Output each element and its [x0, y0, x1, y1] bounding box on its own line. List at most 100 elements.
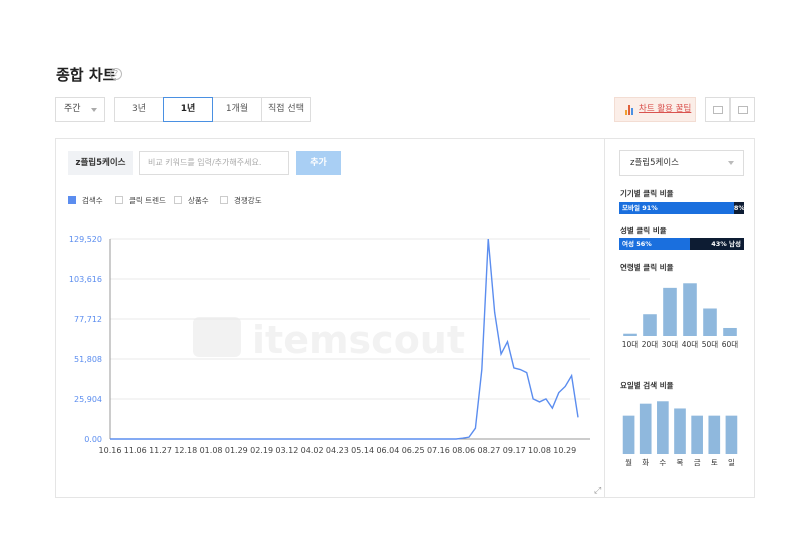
help-icon[interactable]: ? [110, 68, 122, 80]
range-tabs: 3년 1년 1개월 직접 선택 [114, 97, 311, 122]
range-1y-button[interactable]: 1년 [163, 97, 213, 122]
bar [691, 415, 703, 454]
image-icon [713, 106, 723, 114]
watermark-logo: itemscout [193, 317, 465, 362]
image-download-button[interactable] [705, 97, 730, 122]
excel-download-button[interactable] [730, 97, 755, 122]
bar-category-label: 화 [642, 458, 649, 467]
bar-category-label: 20대 [642, 340, 659, 349]
bar [663, 287, 677, 336]
male-ratio: 43% 남성 [689, 238, 744, 250]
bar [708, 415, 721, 454]
female-ratio: 여성 56% [619, 238, 690, 250]
y-tick-label: 51,808 [74, 355, 102, 364]
mobile-ratio: 모바일 91% [619, 202, 734, 214]
y-tick-label: 25,904 [74, 395, 102, 404]
x-tick-label: 12.18 [174, 446, 197, 455]
bar [683, 283, 697, 336]
y-tick-label: 103,616 [69, 275, 102, 284]
expand-icon[interactable]: ⤢ [594, 487, 603, 496]
x-tick-label: 11.06 [124, 446, 147, 455]
legend-label: 검색수 [82, 195, 103, 205]
x-tick-label: 02.19 [250, 446, 273, 455]
watermark-icon [193, 317, 241, 357]
chevron-down-icon [91, 108, 97, 112]
x-tick-label: 04.02 [301, 446, 324, 455]
y-tick-label: 0.00 [84, 435, 102, 444]
legend-checkbox[interactable] [174, 196, 182, 204]
compare-keyword-input[interactable]: 비교 키워드를 입력/추가해주세요. [139, 151, 289, 175]
bar [639, 403, 652, 454]
bar-category-label: 수 [659, 458, 666, 467]
legend-checkbox[interactable] [115, 196, 123, 204]
x-tick-label: 04.23 [326, 446, 349, 455]
bar-category-label: 토 [711, 458, 718, 467]
x-tick-label: 08.06 [452, 446, 475, 455]
bar [725, 415, 738, 454]
watermark-text: itemscout [252, 318, 465, 362]
page-title: 종합 차트 [56, 66, 117, 84]
legend-click-trend[interactable]: 클릭 트렌드 [115, 195, 166, 205]
bar-category-label: 월 [625, 457, 632, 467]
pc-ratio: 8% PC [733, 202, 745, 224]
bar [643, 314, 657, 336]
legend-product-count[interactable]: 상품수 [174, 195, 209, 205]
legend-search-count[interactable]: 검색수 [68, 195, 103, 205]
gender-ratio-bar: 여성 56% 43% 남성 [619, 238, 744, 250]
legend-label: 상품수 [188, 195, 209, 205]
keyword-tag[interactable]: z플립5케이스 [68, 151, 133, 175]
bar-category-label: 50대 [702, 340, 719, 349]
bar-category-label: 10대 [622, 340, 639, 349]
legend-checkbox[interactable] [220, 196, 228, 204]
y-tick-label: 129,520 [69, 235, 102, 244]
range-1m-button[interactable]: 1개월 [212, 97, 262, 122]
period-select[interactable]: 주간 [55, 97, 105, 122]
x-tick-label: 08.27 [477, 446, 500, 455]
bar [723, 327, 737, 336]
panel-divider [604, 138, 605, 498]
legend-checkbox[interactable] [68, 196, 76, 204]
period-select-value: 주간 [64, 104, 81, 114]
table-icon [738, 106, 748, 114]
bar-category-label: 금 [694, 458, 701, 467]
bar [623, 333, 637, 336]
x-tick-label: 05.14 [351, 446, 374, 455]
search-volume-chart: itemscout 129,520 103,616 77,712 51,808 25,90… [69, 235, 590, 455]
x-tick-label: 06.25 [402, 446, 425, 455]
chevron-down-icon [728, 161, 734, 165]
device-ratio-bar: 모바일 91% 8% PC [619, 202, 745, 224]
x-tick-label: 06.04 [376, 446, 399, 455]
bar-category-label: 일 [728, 458, 735, 467]
legend-competition[interactable]: 경쟁강도 [220, 195, 262, 205]
device-ratio-title: 기기별 클릭 비율 [620, 189, 674, 198]
legend-label: 클릭 트렌드 [129, 195, 166, 205]
x-tick-label: 10.08 [528, 446, 551, 455]
weekday-ratio-chart: 월화수목금토일 [622, 401, 738, 467]
x-tick-label: 10.29 [553, 446, 576, 455]
add-keyword-button[interactable]: 추가 [296, 151, 341, 175]
x-tick-label: 01.08 [200, 446, 223, 455]
chart-tip-button[interactable]: 차트 활용 꿀팁 [614, 97, 696, 122]
bar-category-label: 30대 [662, 340, 679, 349]
chart-tip-label: 차트 활용 꿀팁 [639, 104, 692, 114]
y-tick-label: 77,712 [74, 315, 102, 324]
x-tick-label: 07.16 [427, 446, 450, 455]
range-3y-button[interactable]: 3년 [114, 97, 164, 122]
sidebar-select-value: z플립5케이스 [630, 158, 679, 168]
x-tick-label: 10.16 [99, 446, 122, 455]
bar [674, 408, 686, 454]
sidebar-keyword-select[interactable]: z플립5케이스 [619, 150, 744, 176]
bar [657, 401, 669, 454]
age-ratio-title: 연령별 클릭 비율 [620, 263, 674, 272]
bar [703, 308, 717, 336]
x-tick-label: 11.27 [149, 446, 172, 455]
x-tick-label: 09.17 [503, 446, 526, 455]
range-custom-button[interactable]: 직접 선택 [261, 97, 311, 122]
bar-category-label: 40대 [682, 340, 699, 349]
gender-ratio-title: 성별 클릭 비율 [620, 226, 667, 235]
bar-category-label: 목 [677, 458, 684, 467]
bar-category-label: 60대 [722, 340, 739, 349]
age-ratio-chart: 10대 20대 30대 40대 50대 60대 [622, 283, 739, 349]
weekday-ratio-title: 요일별 검색 비율 [620, 381, 674, 390]
x-tick-label: 01.29 [225, 446, 248, 455]
